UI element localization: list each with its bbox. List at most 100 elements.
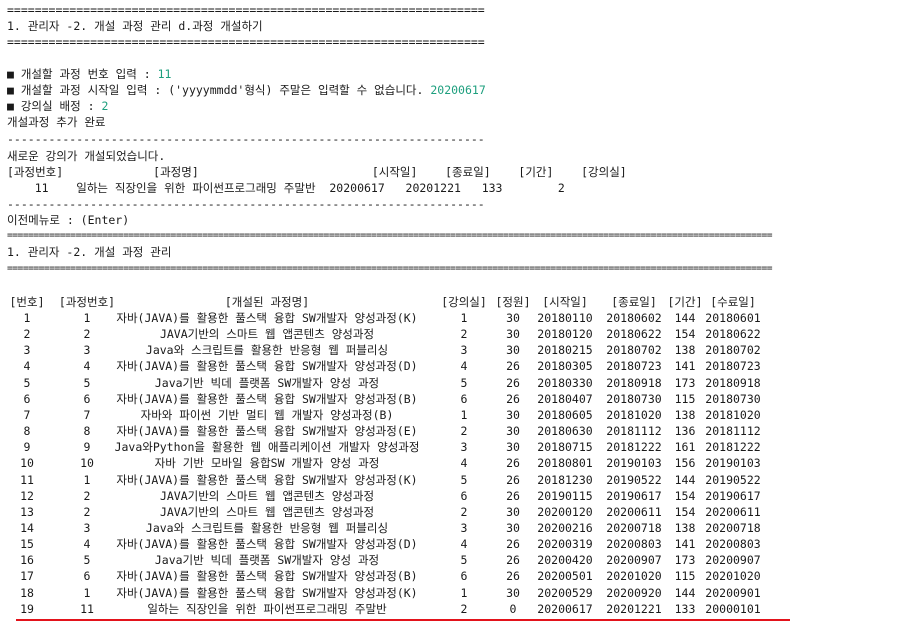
table-cell: 20181230 [537,472,593,487]
table-cell: 156 [674,456,696,471]
table-cell: 5 [83,553,91,568]
column-header: [과정번호] [58,295,116,309]
prompt-start-date: ■ 개설할 과정 시작일 입력 : ('yyyymmdd'형식) 주말은 입력할… [7,83,486,97]
table-cell: 2 [460,601,468,616]
table-cell: 6 [460,488,468,503]
table-cell: 8 [23,424,31,439]
table-cell: 26 [506,488,520,503]
table-cell: 4 [83,537,91,552]
table-cell: 2 [460,504,468,519]
table-cell: 20180715 [537,440,593,455]
back-prompt[interactable]: 이전메뉴로 : (Enter) [7,213,129,227]
table-cell: 2 [83,488,91,503]
table-cell: 20200611 [606,504,662,519]
table-cell: 20180120 [537,327,593,342]
table-cell: 20201221 [606,601,662,616]
table-cell: 20200120 [537,504,593,519]
table-cell: 26 [506,375,520,390]
table-cell: 20190103 [705,456,761,471]
new-course-header: [과정번호] [과정명] [시작일] [종료일] [기간] [강의실] [7,165,627,179]
table-cell: 자바(JAVA)를 활용한 풀스택 융합 SW개발자 양성과정(B) [116,569,418,584]
table-cell: 2 [83,504,91,519]
table-cell: 2 [460,327,468,342]
table-cell: 26 [506,472,520,487]
table-cell: 2 [460,424,468,439]
table-cell: 20200718 [705,520,761,535]
new-course-message: 새로운 강의가 개설되었습니다. [7,149,166,163]
table-cell: 20180305 [537,359,593,374]
table-cell: 20201020 [705,569,761,584]
table-cell: 20180918 [705,375,761,390]
table-cell: 20200920 [606,585,662,600]
table-cell: 20190103 [606,456,662,471]
table-cell: 20200901 [705,585,761,600]
table-cell: 20180730 [705,391,761,406]
table-cell: 20180723 [606,359,662,374]
table-cell: 20180723 [705,359,761,374]
column-header: [번호] [9,295,45,309]
column-header: [수료일] [710,295,756,309]
table-cell: 20200718 [606,520,662,535]
start-date-input[interactable]: 20200617 [430,83,485,97]
table-cell: 30 [506,311,520,325]
table-cell: 자바(JAVA)를 활용한 풀스택 융합 SW개발자 양성과정(K) [116,585,418,600]
table-cell: 26 [506,569,520,584]
column-header: [종료일] [611,295,657,309]
column-header: [시작일] [542,295,588,309]
table-cell: 20200907 [705,553,761,568]
column-header: [강의실] [441,295,487,309]
table-cell: 30 [506,327,520,342]
table-cell: 138 [674,407,696,422]
table-cell: 자바(JAVA)를 활용한 풀스택 융합 SW개발자 양성과정(E) [116,424,418,439]
table-cell: 4 [460,537,468,552]
table-cell: 20200803 [606,537,662,552]
table-cell: 5 [460,553,468,568]
table-cell: 4 [460,359,468,374]
table-cell: 6 [460,391,468,406]
table-cell: 자바(JAVA)를 활용한 풀스택 융합 SW개발자 양성과정(K) [116,472,418,487]
table-cell: 20181020 [705,407,761,422]
table-cell: 20190522 [606,472,662,487]
table-cell: JAVA기반의 스마트 웹 앱콘텐츠 양성과정 [159,504,375,519]
table-cell: 173 [674,553,696,568]
table-cell: Java와 스크립트를 활용한 반응형 웹 퍼블리싱 [145,343,389,358]
table-cell: 20180622 [606,327,662,342]
table-cell: 3 [23,343,31,358]
table-cell: 1 [460,311,468,325]
table-cell: 20200501 [537,569,593,584]
table-cell: 20201020 [606,569,662,584]
column-header: [개설된 과정명] [224,295,310,309]
table-cell: 6 [83,391,91,406]
table-cell: Java와 스크립트를 활용한 반응형 웹 퍼블리싱 [145,520,389,535]
table-cell: 1 [83,472,91,487]
table-cell: 5 [460,472,468,487]
table-cell: 20000101 [705,601,761,616]
table-cell: 9 [83,440,91,455]
table-cell: 133 [674,601,696,616]
table-cell: 19 [20,601,34,616]
table-cell: 4 [83,359,91,374]
table-cell: 자바(JAVA)를 활용한 풀스택 융합 SW개발자 양성과정(D) [116,359,418,374]
table-cell: 17 [20,569,34,584]
new-course-row: 11 일하는 직장인을 위한 파이썬프로그래밍 주말반 20200617 202… [7,181,565,195]
table-cell: 20181222 [606,440,662,455]
table-cell: 8 [83,424,91,439]
table-cell: 30 [506,504,520,519]
added-message: 개설과정 추가 완료 [7,115,106,129]
classroom-input[interactable]: 2 [101,99,108,113]
table-cell: 18 [20,585,34,600]
prompt-course-number: ■ 개설할 과정 번호 입력 : 11 [7,67,172,81]
column-header: [정원] [495,295,531,309]
table-cell: 5 [460,375,468,390]
table-cell: 20180407 [537,391,593,406]
table-cell: 144 [674,585,696,600]
table-cell: 20180630 [537,424,593,439]
table-cell: 30 [506,440,520,455]
table-cell: 2 [23,327,31,342]
table-cell: 3 [460,520,468,535]
table-cell: 20180702 [606,343,662,358]
column-header: [기간] [667,295,703,309]
course-number-input[interactable]: 11 [158,67,172,81]
table-cell: 138 [674,343,696,358]
table-cell: 3 [460,343,468,358]
